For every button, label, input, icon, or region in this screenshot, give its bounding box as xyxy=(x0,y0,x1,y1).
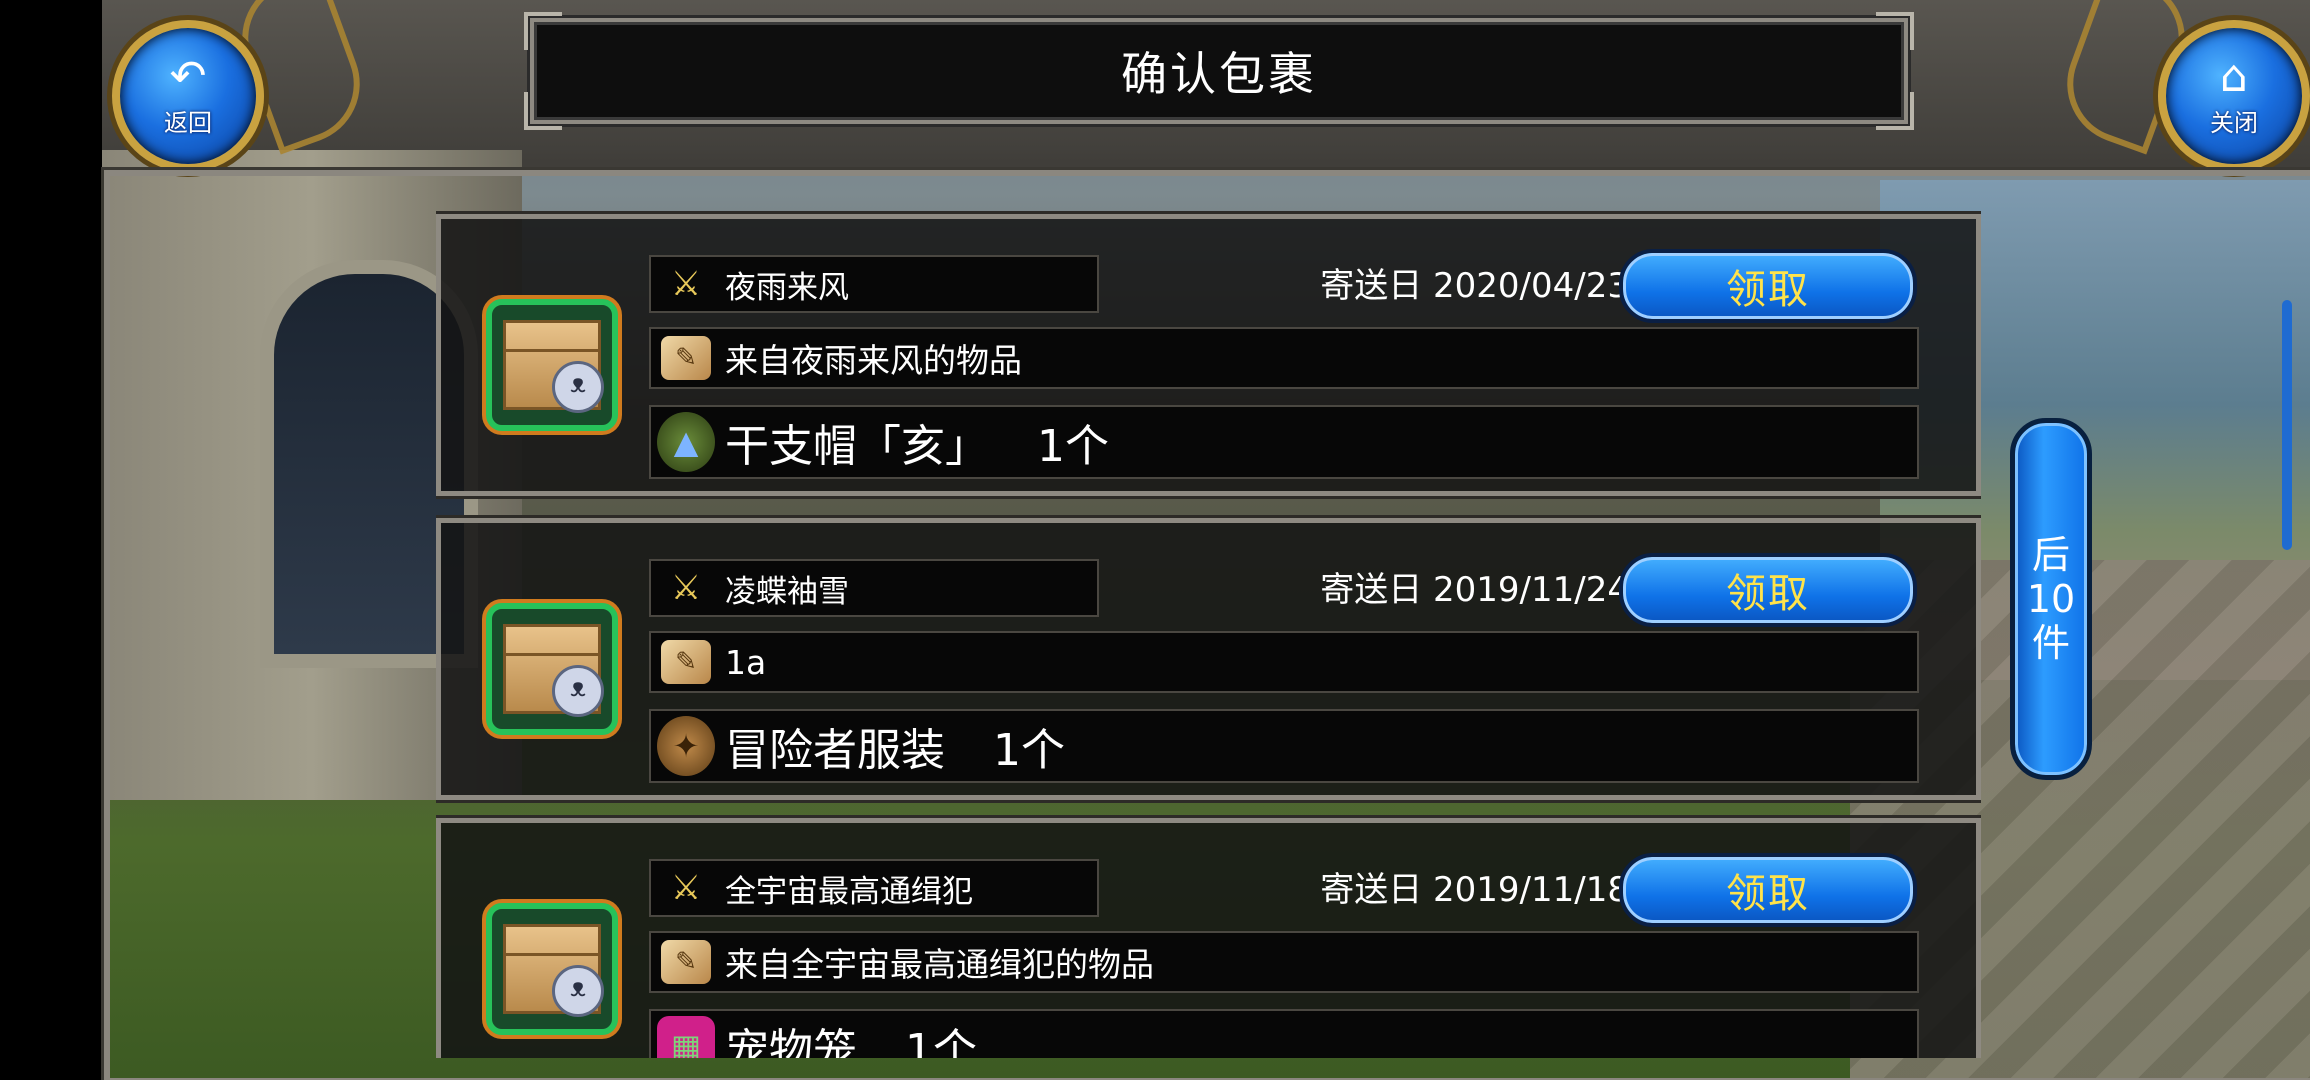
item-quantity: 1个 xyxy=(905,1025,977,1058)
item-name: 干支帽「亥」 xyxy=(725,421,989,472)
close-button[interactable]: ⌂ 关闭 xyxy=(2158,20,2310,172)
back-button[interactable]: ↶ 返回 xyxy=(112,20,264,172)
next-page-button[interactable]: 后 10 件 xyxy=(2010,418,2092,780)
send-date-value: 2020/04/23 xyxy=(1433,266,1629,306)
next-page-char: 件 xyxy=(2031,621,2070,665)
cat-face-icon: ᴥ xyxy=(552,361,604,413)
title-bar: 确认包裹 xyxy=(524,12,1914,130)
next-page-count: 10 xyxy=(2026,577,2076,621)
sender-name: 凌蝶袖雪 xyxy=(725,573,849,610)
page-title: 确认包裹 xyxy=(1121,47,1317,101)
title-corner xyxy=(1876,92,1914,130)
sender-row: ⚔ 夜雨来风 xyxy=(649,255,1099,313)
cat-face-icon: ᴥ xyxy=(552,965,604,1017)
sword-shield-icon: ⚔ xyxy=(670,868,702,908)
game-screen: ↶ 返回 ⌂ 关闭 确认包裹 ᴥ ⚔ 夜雨来风 寄送日 2020/04/23 领… xyxy=(0,0,2310,1080)
send-date-label: 寄送日 xyxy=(1320,266,1423,306)
item-row: ▦ 宠物笼 1个 xyxy=(649,1009,1919,1058)
back-label: 返回 xyxy=(164,108,212,137)
parcel-card: ᴥ ⚔ 全宇宙最高通缉犯 寄送日 2019/11/18 领取 ✎ 来自全宇宙最高… xyxy=(436,818,1981,1058)
pet-cage-icon: ▦ xyxy=(657,1016,715,1058)
parcel-card: ᴥ ⚔ 凌蝶袖雪 寄送日 2019/11/24 领取 ✎ 1a ✦ 冒险者服装 … xyxy=(436,518,1981,800)
claim-button[interactable]: 领取 xyxy=(1619,853,1917,927)
crate-icon: ᴥ xyxy=(503,624,604,717)
cat-face-icon: ᴥ xyxy=(552,665,604,717)
parcel-message: 来自夜雨来风的物品 xyxy=(725,341,1022,380)
item-quantity: 1个 xyxy=(993,725,1065,776)
parcel-card: ᴥ ⚔ 夜雨来风 寄送日 2020/04/23 领取 ✎ 来自夜雨来风的物品 ▲… xyxy=(436,214,1981,496)
parcel-box-icon: ᴥ xyxy=(486,903,618,1035)
claim-button[interactable]: 领取 xyxy=(1619,249,1917,323)
sword-shield-icon: ⚔ xyxy=(670,568,702,608)
witch-hat-icon: ▲ xyxy=(657,412,715,472)
parcel-box-icon: ᴥ xyxy=(486,603,618,735)
title-corner xyxy=(1876,12,1914,50)
send-date-value: 2019/11/18 xyxy=(1433,870,1629,910)
send-date: 寄送日 2019/11/18 xyxy=(1259,861,1629,919)
next-page-char: 后 xyxy=(2031,533,2070,577)
item-name: 冒险者服装 xyxy=(725,725,945,776)
outfit-icon: ✦ xyxy=(657,716,715,776)
send-date-label: 寄送日 xyxy=(1320,570,1423,610)
sword-shield-icon: ⚔ xyxy=(670,264,702,304)
item-quantity: 1个 xyxy=(1037,421,1109,472)
send-date: 寄送日 2019/11/24 xyxy=(1259,561,1629,619)
list-scrollbar[interactable] xyxy=(2282,300,2292,550)
item-row: ✦ 冒险者服装 1个 xyxy=(649,709,1919,783)
sender-name: 全宇宙最高通缉犯 xyxy=(725,873,973,910)
letter-scroll-icon: ✎ xyxy=(657,638,715,686)
send-date-value: 2019/11/24 xyxy=(1433,570,1629,610)
sender-name: 夜雨来风 xyxy=(725,269,849,306)
parcel-message: 1a xyxy=(725,642,767,682)
sender-row: ⚔ 凌蝶袖雪 xyxy=(649,559,1099,617)
back-arrow-icon: ↶ xyxy=(169,50,207,102)
title-corner xyxy=(524,12,562,50)
item-name: 宠物笼 xyxy=(725,1025,857,1058)
message-row: ✎ 1a xyxy=(649,631,1919,693)
letter-scroll-icon: ✎ xyxy=(657,938,715,986)
letter-scroll-icon: ✎ xyxy=(657,334,715,382)
claim-button[interactable]: 领取 xyxy=(1619,553,1917,627)
title-corner xyxy=(524,92,562,130)
message-row: ✎ 来自全宇宙最高通缉犯的物品 xyxy=(649,931,1919,993)
close-label: 关闭 xyxy=(2210,108,2258,137)
send-date: 寄送日 2020/04/23 xyxy=(1259,257,1629,315)
parcel-message: 来自全宇宙最高通缉犯的物品 xyxy=(725,945,1154,984)
crate-icon: ᴥ xyxy=(503,320,604,413)
parcel-list[interactable]: ᴥ ⚔ 夜雨来风 寄送日 2020/04/23 领取 ✎ 来自夜雨来风的物品 ▲… xyxy=(436,196,1981,1058)
item-row: ▲ 干支帽「亥」 1个 xyxy=(649,405,1919,479)
sender-row: ⚔ 全宇宙最高通缉犯 xyxy=(649,859,1099,917)
parcel-box-icon: ᴥ xyxy=(486,299,618,431)
home-icon: ⌂ xyxy=(2220,50,2248,102)
send-date-label: 寄送日 xyxy=(1320,870,1423,910)
crate-icon: ᴥ xyxy=(503,924,604,1017)
message-row: ✎ 来自夜雨来风的物品 xyxy=(649,327,1919,389)
